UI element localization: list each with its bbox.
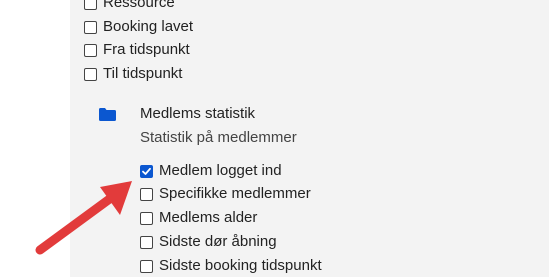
checkbox-row-fra-tidspunkt[interactable]: Fra tidspunkt bbox=[84, 40, 190, 60]
checkbox-label: Til tidspunkt bbox=[103, 65, 183, 82]
checkbox-row-medlems-alder[interactable]: Medlems alder bbox=[140, 208, 257, 228]
checkbox-row-ressource[interactable]: Ressource bbox=[84, 0, 175, 13]
checkbox[interactable] bbox=[140, 259, 153, 273]
checkbox-row-booking-lavet[interactable]: Booking lavet bbox=[84, 17, 193, 37]
checkbox-checked[interactable] bbox=[140, 164, 153, 178]
section-title: Medlems statistik bbox=[140, 105, 256, 122]
checkbox-row-sidste-dor-abning[interactable]: Sidste dør åbning bbox=[140, 232, 277, 252]
folder-icon bbox=[99, 108, 116, 121]
checkbox-row-sidste-booking-tidspunkt[interactable]: Sidste booking tidspunkt bbox=[140, 256, 322, 276]
checkbox[interactable] bbox=[84, 20, 97, 34]
checkbox-label: Ressource bbox=[103, 0, 175, 11]
annotation-arrow-icon bbox=[35, 181, 132, 255]
checkbox-row-specifikke-medlemmer[interactable]: Specifikke medlemmer bbox=[140, 184, 311, 204]
checkbox-row-til-tidspunkt[interactable]: Til tidspunkt bbox=[84, 64, 182, 84]
checkbox[interactable] bbox=[84, 67, 97, 81]
checkbox[interactable] bbox=[84, 43, 97, 57]
checkbox-label: Specifikke medlemmer bbox=[159, 185, 311, 202]
checkbox[interactable] bbox=[140, 187, 153, 201]
checkbox-row-medlem-logget-ind[interactable]: Medlem logget ind bbox=[140, 161, 282, 181]
checkmark-icon bbox=[142, 167, 151, 175]
checkbox-label: Medlems alder bbox=[159, 209, 258, 226]
checkbox-label: Sidste booking tidspunkt bbox=[159, 257, 322, 274]
checkbox-label: Medlem logget ind bbox=[159, 162, 282, 179]
checkbox[interactable] bbox=[84, 0, 97, 10]
checkbox[interactable] bbox=[140, 211, 153, 225]
checkbox-label: Booking lavet bbox=[103, 18, 194, 35]
section-subtitle: Statistik på medlemmer bbox=[140, 129, 297, 146]
checkbox[interactable] bbox=[140, 235, 153, 249]
checkbox-label: Sidste dør åbning bbox=[159, 233, 277, 250]
checkbox-label: Fra tidspunkt bbox=[103, 41, 190, 58]
